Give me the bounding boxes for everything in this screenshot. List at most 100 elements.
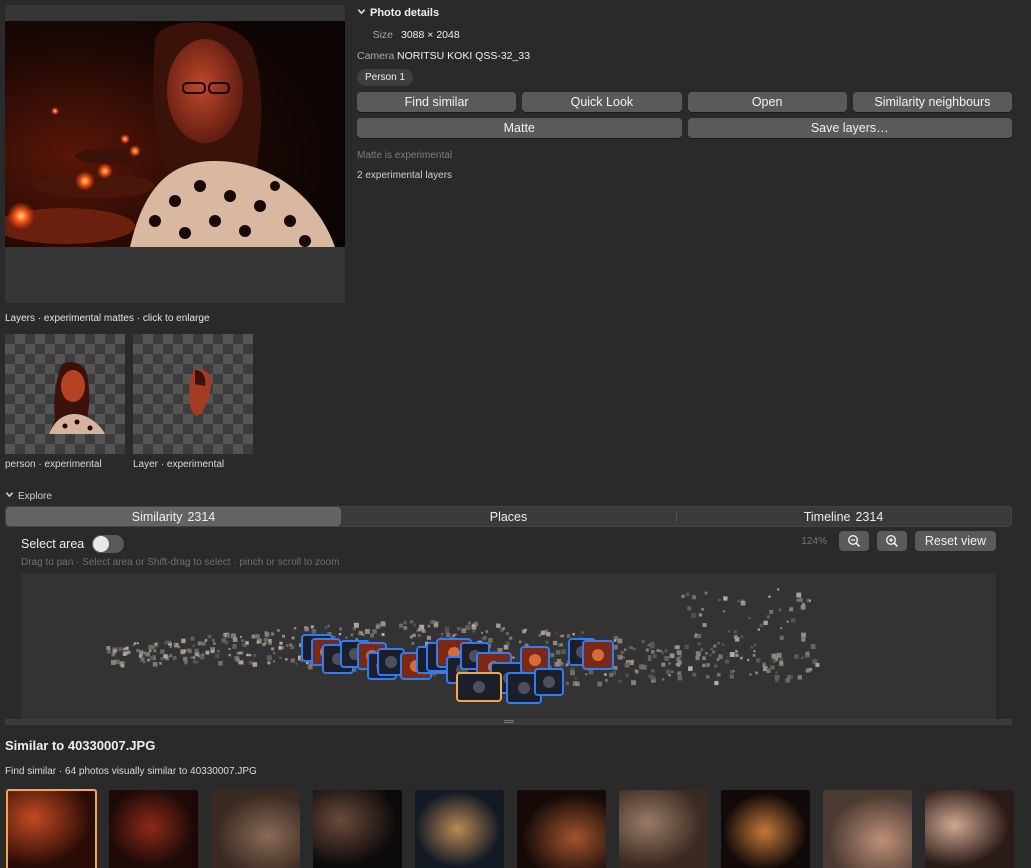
similar-photo-thumb[interactable] xyxy=(211,790,300,868)
map-photo-dot xyxy=(270,632,275,636)
map-photo-dot xyxy=(481,631,483,634)
similar-photo-thumb[interactable] xyxy=(823,790,912,868)
map-photo-dot xyxy=(678,655,682,659)
find-similar-button[interactable]: Find similar xyxy=(357,92,517,112)
map-photo-dot xyxy=(509,636,513,640)
map-photo-dot xyxy=(752,654,756,657)
zoom-in-button[interactable] xyxy=(876,531,907,551)
similarity-map[interactable] xyxy=(21,573,996,720)
map-photo-dot xyxy=(800,604,806,610)
layer-caption-other: Layer · experimental xyxy=(133,459,225,470)
map-photo-dot xyxy=(152,645,156,649)
similarity-neighbours-button[interactable]: Similarity neighbours xyxy=(852,92,1012,112)
map-photo-dot xyxy=(221,638,227,643)
map-photo-dot xyxy=(574,676,578,680)
map-photo-dot xyxy=(755,671,758,675)
open-button[interactable]: Open xyxy=(687,92,847,112)
matte-button[interactable]: Matte xyxy=(357,118,682,138)
explore-disclosure[interactable]: Explore xyxy=(5,490,52,502)
select-area-toggle[interactable] xyxy=(92,535,125,553)
map-photo-dot xyxy=(268,640,272,645)
map-photo-dot xyxy=(217,649,220,653)
map-photo-dot xyxy=(122,652,127,656)
layer-thumb-person[interactable] xyxy=(5,334,125,454)
map-photo-dot xyxy=(228,653,231,657)
map-photo-dot xyxy=(512,656,515,659)
similar-photo-thumb[interactable] xyxy=(415,790,504,868)
map-photo-dot xyxy=(718,598,721,602)
map-photo-dot xyxy=(212,639,215,642)
map-photo-cluster-thumb[interactable] xyxy=(456,672,502,702)
similar-photo-thumb[interactable] xyxy=(517,790,606,868)
similar-photo-thumb[interactable] xyxy=(925,790,1014,868)
chevron-down-icon xyxy=(357,7,366,18)
tab-places[interactable]: Places xyxy=(341,507,676,526)
similar-photo-thumb[interactable] xyxy=(721,790,810,868)
zoom-out-button[interactable] xyxy=(838,531,869,551)
map-photo-dot xyxy=(798,598,803,603)
map-photo-dot xyxy=(471,623,475,627)
map-photo-dot xyxy=(565,663,569,667)
map-photo-dot xyxy=(465,625,471,630)
tab-timeline[interactable]: Timeline 2314 xyxy=(676,507,1011,526)
tab-similarity[interactable]: Similarity 2314 xyxy=(6,507,341,526)
map-photo-cluster-thumb[interactable] xyxy=(582,640,614,670)
map-photo-dot xyxy=(277,629,280,632)
size-label: Size xyxy=(372,28,393,41)
map-photo-dot xyxy=(723,596,728,601)
map-photo-dot xyxy=(159,662,162,665)
layers-note: 2 experimental layers xyxy=(357,170,453,181)
similar-photo-thumb[interactable] xyxy=(109,790,198,868)
map-photo-dot xyxy=(358,630,363,635)
map-photo-dot xyxy=(178,646,181,649)
panel-splitter[interactable] xyxy=(5,719,1012,725)
map-photo-dot xyxy=(278,646,282,649)
reset-view-button[interactable]: Reset view xyxy=(914,531,996,551)
map-photo-dot xyxy=(766,615,770,619)
map-photo-dot xyxy=(286,644,289,647)
map-photo-dot xyxy=(197,654,200,658)
layer-thumb-other[interactable] xyxy=(133,334,253,454)
map-photo-dot xyxy=(461,628,467,633)
map-photo-dot xyxy=(311,629,317,634)
map-photo-dot xyxy=(253,654,257,657)
save-layers-button[interactable]: Save layers… xyxy=(687,118,1012,138)
map-photo-dot xyxy=(422,629,426,633)
map-photo-dot xyxy=(661,662,666,667)
map-photo-dot xyxy=(169,645,172,648)
map-photo-dot xyxy=(256,640,260,644)
map-photo-dot xyxy=(722,610,726,613)
map-photo-cluster-thumb[interactable] xyxy=(534,668,564,696)
map-photo-dot xyxy=(468,621,471,625)
map-photo-dot xyxy=(735,650,738,653)
map-photo-dot xyxy=(272,651,276,655)
other-matte-image xyxy=(189,368,212,416)
zoom-in-icon xyxy=(885,534,898,548)
select-area-control: Select area xyxy=(21,535,125,553)
similar-photo-thumb[interactable] xyxy=(313,790,402,868)
photo-preview[interactable] xyxy=(5,5,345,303)
map-photo-dot xyxy=(290,658,295,663)
similar-photo-thumb[interactable] xyxy=(6,789,97,868)
person-chip[interactable]: Person 1 xyxy=(357,69,414,86)
map-photo-dot xyxy=(789,675,793,679)
map-photo-dot xyxy=(117,647,122,652)
map-photo-dot xyxy=(192,660,196,664)
map-photo-dot xyxy=(232,644,237,649)
map-photo-dot xyxy=(566,634,571,638)
similar-photo-thumb[interactable] xyxy=(619,790,708,868)
preview-photo xyxy=(5,21,345,247)
map-photo-dot xyxy=(136,648,140,653)
map-photo-dot xyxy=(775,671,778,674)
map-photo-dot xyxy=(740,656,743,660)
map-photo-dot xyxy=(656,649,660,653)
photo-details-disclosure[interactable]: Photo details xyxy=(357,6,1012,19)
map-photo-dot xyxy=(338,632,342,636)
map-photo-dot xyxy=(749,673,752,676)
similar-subtitle: Find similar · 64 photos visually simila… xyxy=(5,766,257,777)
map-photo-dot xyxy=(152,662,158,667)
map-photo-dot xyxy=(645,648,649,652)
map-photo-dot xyxy=(310,625,314,629)
quick-look-button[interactable]: Quick Look xyxy=(522,92,682,112)
map-photo-dot xyxy=(661,652,665,655)
